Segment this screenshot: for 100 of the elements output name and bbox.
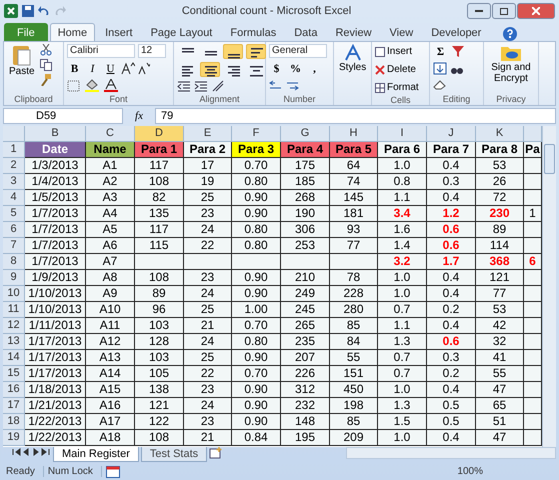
borders-icon[interactable]	[67, 80, 81, 92]
table-cell: 103	[135, 350, 184, 366]
ribbon-tab[interactable]: Formulas	[222, 23, 284, 41]
scrollbar-thumb[interactable]	[544, 144, 555, 174]
sign-and-encrypt-button[interactable]: Sign and Encrypt	[487, 44, 535, 94]
calendar-icon[interactable]	[106, 466, 120, 478]
ribbon-tab[interactable]: Page Layout	[142, 23, 220, 41]
column-header[interactable]: I	[378, 126, 427, 142]
table-cell: A14	[86, 366, 135, 382]
column-header[interactable]: C	[86, 126, 135, 142]
table-cell: 0.6	[427, 222, 476, 238]
eraser-icon[interactable]	[433, 78, 447, 90]
table-cell: 135	[135, 206, 184, 222]
font-size-field[interactable]: 12	[138, 44, 166, 58]
table-header-cell: Para 4	[281, 142, 330, 158]
name-box[interactable]: D59	[3, 108, 123, 124]
align-center-button[interactable]	[200, 62, 220, 77]
font-color-icon[interactable]	[103, 79, 119, 92]
font-name-field[interactable]: Calibri	[67, 44, 135, 58]
ribbon-tab[interactable]: View	[382, 23, 422, 41]
ribbon-tab[interactable]: Insert	[97, 23, 141, 41]
table-cell: 96	[135, 302, 184, 318]
maximize-icon[interactable]	[500, 8, 508, 14]
underline-button[interactable]: U	[103, 61, 118, 76]
fill-color-icon[interactable]	[84, 79, 100, 92]
minimize-button[interactable]	[467, 3, 491, 19]
insert-function-button[interactable]: fx	[127, 110, 151, 122]
table-cell: 85	[330, 318, 378, 334]
ribbon-tab[interactable]: Review	[327, 23, 380, 41]
file-tab[interactable]: File	[4, 23, 48, 41]
sheet-navigation-icon[interactable]	[11, 447, 51, 457]
bold-button[interactable]: B	[67, 61, 82, 76]
table-cell: 25	[184, 350, 232, 366]
decrease-indent-icon[interactable]	[177, 80, 191, 92]
table-cell: 249	[281, 286, 330, 302]
horizontal-scrollbar[interactable]	[346, 447, 556, 459]
sheet-tab[interactable]: Main Register	[53, 447, 139, 462]
save-icon[interactable]	[22, 5, 34, 17]
excel-logo-icon[interactable]	[4, 4, 18, 18]
insert-button[interactable]: Insert	[375, 44, 419, 59]
table-cell: A12	[86, 334, 135, 350]
close-button[interactable]	[517, 3, 555, 19]
table-header-cell: Para 7	[427, 142, 476, 158]
table-cell: 78	[330, 270, 378, 286]
percent-button[interactable]: %	[287, 61, 304, 76]
table-cell: 24	[184, 398, 232, 414]
styles-button[interactable]: Styles	[337, 44, 368, 105]
table-cell: 17	[184, 158, 232, 174]
row-number: 18	[3, 414, 25, 430]
close-icon[interactable]	[532, 7, 540, 15]
increase-indent-icon[interactable]	[194, 80, 208, 92]
help-icon[interactable]	[503, 27, 517, 41]
fill-down-icon[interactable]	[433, 62, 447, 75]
scissors-icon[interactable]	[40, 44, 52, 56]
currency-button[interactable]: $	[269, 61, 284, 76]
ribbon-tab[interactable]: Developer	[423, 23, 490, 41]
table-cell: 368	[476, 254, 524, 270]
undo-icon[interactable]	[38, 5, 50, 17]
column-header[interactable]: H	[330, 126, 378, 142]
comma-button[interactable]: ,	[307, 61, 322, 76]
paintbrush-icon[interactable]	[40, 74, 52, 86]
table-cell: 198	[330, 398, 378, 414]
sort-filter-icon[interactable]	[451, 45, 465, 58]
increase-decimal-icon[interactable]	[269, 79, 283, 91]
new-sheet-icon[interactable]	[209, 447, 224, 459]
text-orientation-icon[interactable]	[211, 80, 225, 92]
table-cell: 1/17/2013	[25, 366, 86, 382]
autosum-button[interactable]: Σ	[433, 44, 448, 59]
column-header[interactable]: D	[135, 126, 184, 142]
formula-field[interactable]: 79	[155, 108, 556, 124]
grow-font-icon[interactable]	[121, 62, 135, 75]
format-button[interactable]: Format	[375, 80, 419, 95]
italic-button[interactable]: I	[85, 61, 100, 76]
table-cell: 0.2	[427, 366, 476, 382]
table-cell: 1/11/2013	[25, 318, 86, 334]
number-format-field[interactable]: General	[269, 44, 327, 58]
wrap-text-button[interactable]	[246, 44, 266, 59]
column-header[interactable]: G	[281, 126, 330, 142]
table-cell: 1/7/2013	[25, 238, 86, 254]
table-cell: 23	[184, 270, 232, 286]
shrink-font-icon[interactable]	[138, 62, 150, 75]
align-bottom-icon[interactable]	[223, 44, 243, 59]
paste-button[interactable]: Paste	[7, 44, 37, 94]
copy-icon[interactable]	[40, 59, 52, 71]
table-header-cell: Para 5	[330, 142, 378, 158]
column-header[interactable]: E	[184, 126, 232, 142]
ribbon-tab[interactable]: Home	[50, 23, 96, 41]
delete-button[interactable]: Delete	[375, 62, 419, 77]
column-header[interactable]: K	[476, 126, 524, 142]
table-cell: 21	[184, 430, 232, 446]
sheet-tab[interactable]: Test Stats	[140, 447, 208, 462]
column-header[interactable]: J	[427, 126, 476, 142]
zoom-level[interactable]: 100%	[457, 466, 553, 477]
minimize-icon[interactable]	[475, 10, 483, 12]
ribbon-tab[interactable]: Data	[286, 23, 326, 41]
column-header[interactable]: B	[25, 126, 86, 142]
table-cell: 89	[135, 286, 184, 302]
table-cell: A13	[86, 350, 135, 366]
column-header[interactable]: F	[232, 126, 281, 142]
maximize-button[interactable]	[492, 3, 516, 19]
